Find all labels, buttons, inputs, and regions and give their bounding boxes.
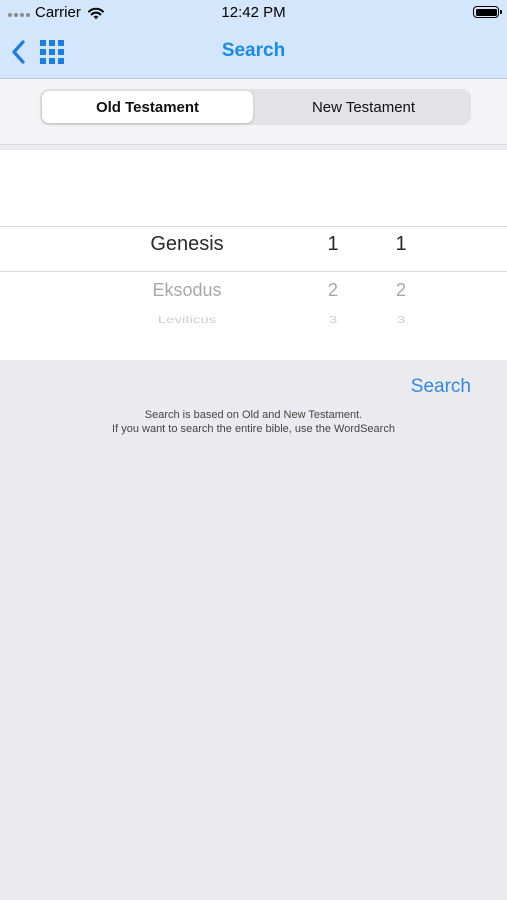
navigation-bar: Search	[0, 26, 507, 79]
search-hint: Search is based on Old and New Testament…	[0, 408, 507, 436]
picker-verse[interactable]: 3	[378, 314, 424, 326]
search-screen: Carrier 12:42 PM Search Old Testament Ne…	[0, 0, 507, 900]
battery-icon	[473, 6, 502, 18]
hint-line: If you want to search the entire bible, …	[112, 423, 395, 435]
hint-line: Search is based on Old and New Testament…	[144, 409, 363, 421]
segment-new-testament[interactable]: New Testament	[258, 91, 469, 123]
picker-verse[interactable]: 1	[378, 233, 424, 256]
picker-chapter[interactable]: 1	[310, 233, 356, 256]
picker-row[interactable]: Leviticus 3 3	[0, 314, 507, 342]
status-time: 12:42 PM	[221, 4, 286, 21]
picker-book[interactable]: Leviticus	[100, 314, 274, 326]
page-title: Search	[221, 40, 286, 61]
picker-chapter[interactable]: 2	[310, 280, 356, 301]
book-chapter-verse-picker[interactable]: Genesis 1 1 Eksodus 2 2 Leviticus 3 3	[0, 150, 507, 360]
picker-row-selected[interactable]: Genesis 1 1	[0, 233, 507, 273]
picker-book[interactable]: Genesis	[100, 233, 274, 256]
picker-chapter[interactable]: 3	[310, 314, 356, 326]
testament-segmented-control: Old Testament New Testament	[40, 89, 471, 125]
segment-old-testament[interactable]: Old Testament	[42, 91, 253, 123]
status-bar: Carrier 12:42 PM	[0, 0, 507, 26]
testament-selector-area: Old Testament New Testament	[0, 79, 507, 145]
picker-verse[interactable]: 2	[378, 280, 424, 301]
search-button[interactable]: Search	[411, 376, 471, 398]
picker-book[interactable]: Eksodus	[100, 280, 274, 301]
picker-selection-top-line	[0, 226, 507, 227]
